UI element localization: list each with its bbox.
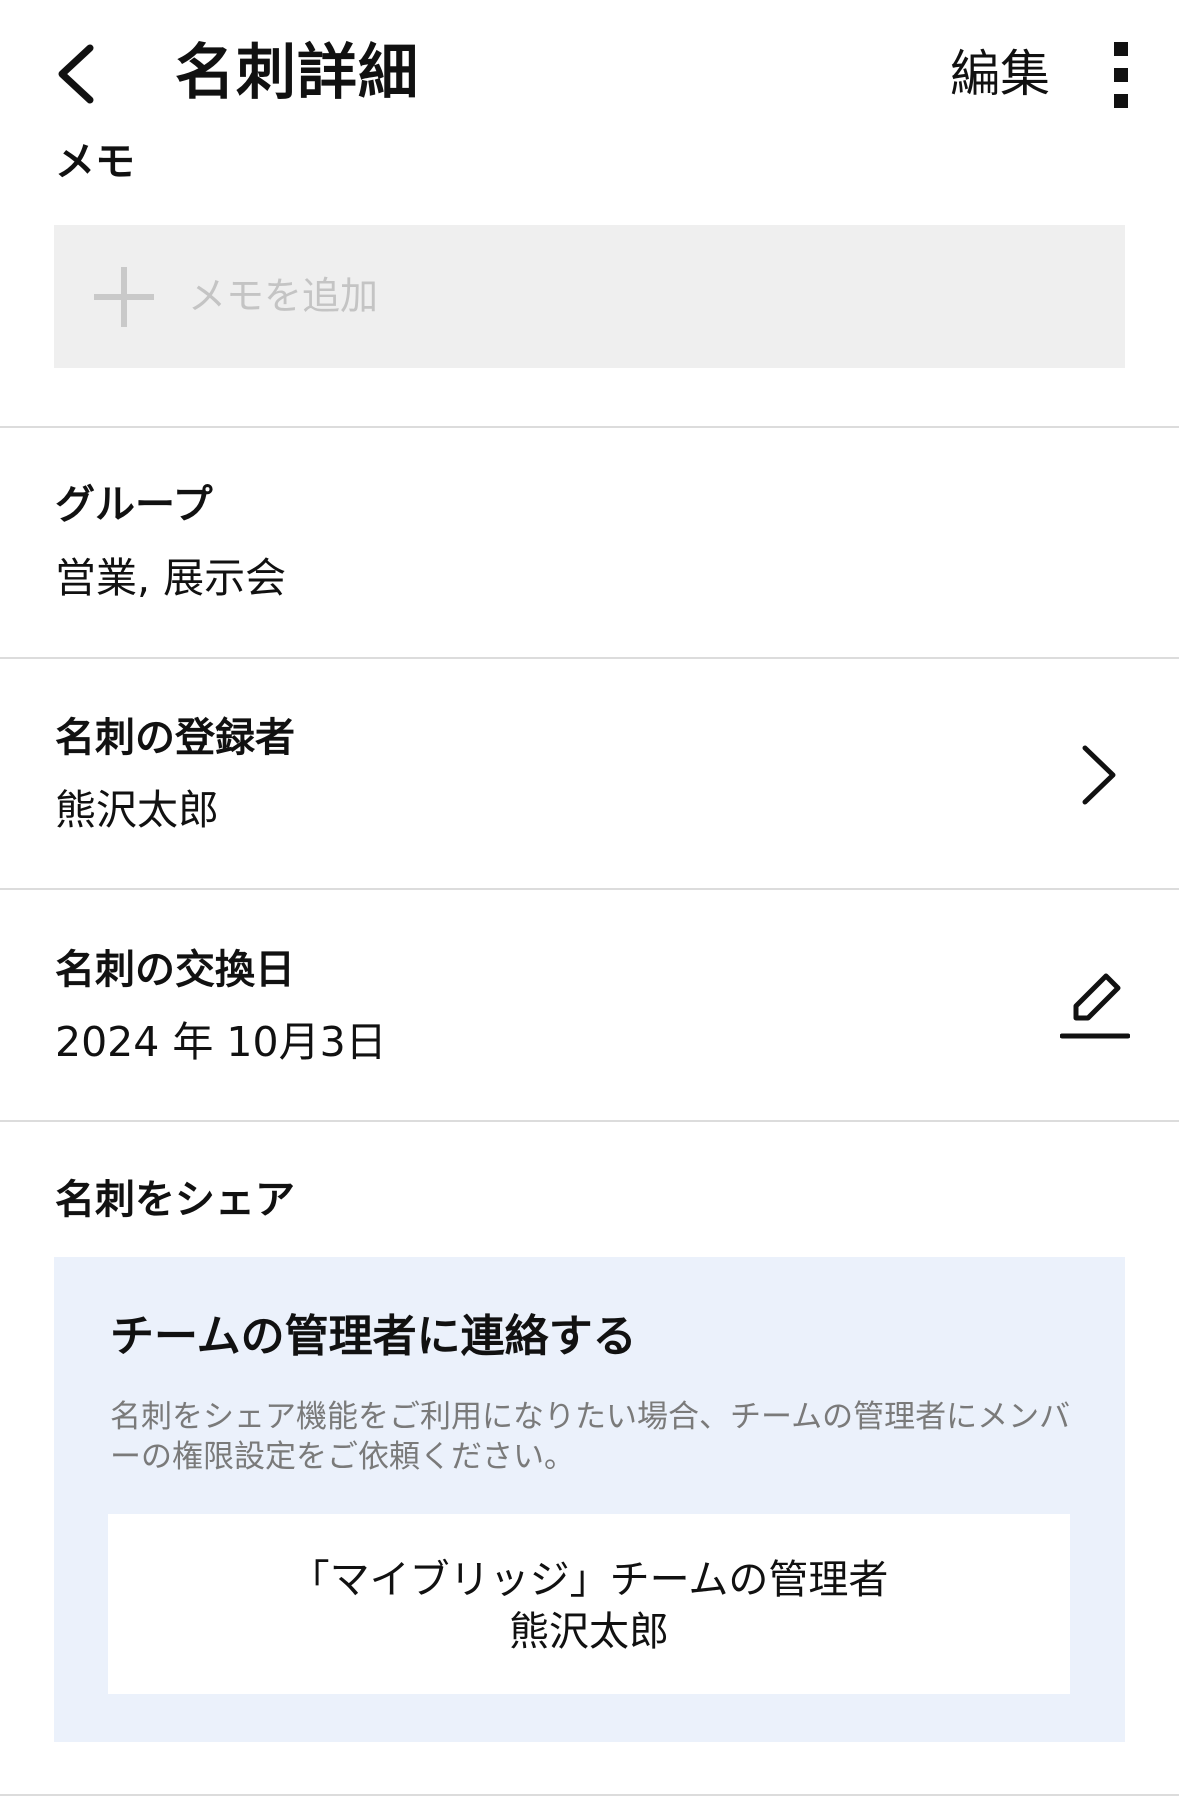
share-card-title: チームの管理者に連絡する xyxy=(110,1311,637,1362)
divider xyxy=(0,1794,1179,1796)
admin-name: 熊沢太郎 xyxy=(509,1609,669,1655)
page-title: 名刺詳細 xyxy=(175,38,419,108)
admin-team-name: 「マイブリッジ」チームの管理者 xyxy=(289,1557,889,1603)
edit-button[interactable]: 編集 xyxy=(950,44,1050,104)
pencil-icon[interactable] xyxy=(1059,970,1131,1042)
group-value: 営業, 展示会 xyxy=(55,554,287,602)
plus-icon xyxy=(94,267,154,327)
share-label: 名刺をシェア xyxy=(55,1177,295,1223)
back-button[interactable] xyxy=(50,38,110,108)
divider xyxy=(0,426,1179,428)
memo-placeholder: メモを追加 xyxy=(188,274,379,318)
exchange-date-label: 名刺の交換日 xyxy=(55,947,295,993)
share-card-description: 名刺をシェア機能をご利用になりたい場合、チームの管理者にメンバーの権限設定をご依… xyxy=(110,1399,1071,1475)
chevron-left-icon xyxy=(58,44,94,104)
group-label: グループ xyxy=(55,482,213,528)
team-admin-box: 「マイブリッジ」チームの管理者 熊沢太郎 xyxy=(108,1514,1070,1694)
divider xyxy=(0,657,1179,659)
memo-add-button[interactable]: メモを追加 xyxy=(54,225,1125,368)
chevron-right-icon xyxy=(1075,740,1125,810)
more-button[interactable] xyxy=(1105,40,1139,110)
registrant-label: 名刺の登録者 xyxy=(55,715,295,761)
divider xyxy=(0,1120,1179,1122)
app-header: 名刺詳細 編集 xyxy=(0,0,1179,140)
more-vertical-icon xyxy=(1114,42,1128,56)
memo-label: メモ xyxy=(55,139,135,185)
divider xyxy=(0,888,1179,890)
registrant-value: 熊沢太郎 xyxy=(55,786,219,834)
exchange-date-value: 2024 年 10月3日 xyxy=(55,1018,387,1066)
share-info-card: チームの管理者に連絡する 名刺をシェア機能をご利用になりたい場合、チームの管理者… xyxy=(54,1257,1125,1742)
